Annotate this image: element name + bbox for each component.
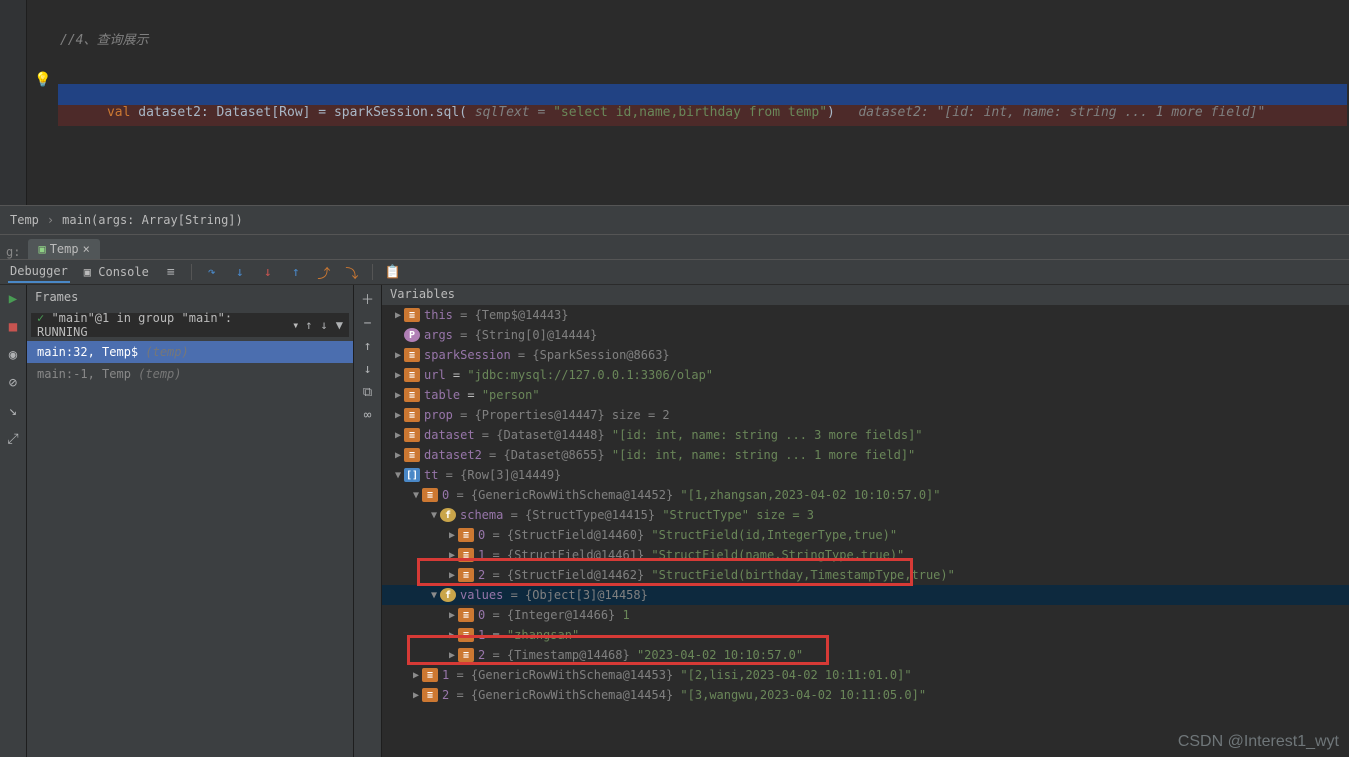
threads-icon[interactable]: ≡ [163,264,179,280]
tree-row-args[interactable]: Pargs = {String[0]@14444} [382,325,1349,345]
close-icon[interactable]: × [83,242,90,256]
view-breakpoints-icon[interactable]: ◉ [9,347,17,363]
tab-console[interactable]: ▣ Console [82,262,151,282]
code-lines: //4、查询展示 val dataset2: Dataset[Row] = sp… [58,0,1349,205]
tool-tab-label: Temp [50,242,79,256]
debug-toolbar: Debugger ▣ Console ≡ ↷ ↓ ↓ ↑ ⤴ ⤵ 📋 [0,259,1349,285]
watermark: CSDN @Interest1_wyt [1178,733,1339,751]
drop-frame-icon[interactable]: ⤴ [316,264,332,280]
breadcrumb-item[interactable]: Temp [10,213,39,227]
tree-row-tt-0[interactable]: ▼≡0 = {GenericRowWithSchema@14452} "[1,z… [382,485,1349,505]
tree-row-tt[interactable]: ▼[]tt = {Row[3]@14449} [382,465,1349,485]
breadcrumb[interactable]: Temp › main(args: Array[String]) [0,205,1349,234]
debug-side-strip: ▶ ■ ◉ ⊘ ↘ ⤢ [0,285,27,757]
add-watch-icon[interactable]: ＋ [361,289,374,308]
up-icon[interactable]: ↑ [364,339,372,354]
tree-row-schema-0[interactable]: ▶≡0 = {StructField@14460} "StructField(i… [382,525,1349,545]
tree-row-dataset2[interactable]: ▶≡dataset2 = {Dataset@8655} "[id: int, n… [382,445,1349,465]
filter-icon[interactable]: ▼ [336,318,343,332]
tree-row-this[interactable]: ▶≡this = {Temp$@14443} [382,305,1349,325]
breadcrumb-item[interactable]: main(args: Array[String]) [62,213,243,227]
remove-watch-icon[interactable]: − [364,316,372,331]
variables-tree[interactable]: Variables ▶≡this = {Temp$@14443} Pargs =… [382,285,1349,757]
tree-row-tt-2[interactable]: ▶≡2 = {GenericRowWithSchema@14454} "[3,w… [382,685,1349,705]
debug-body: ▶ ■ ◉ ⊘ ↘ ⤢ Frames ✓ "main"@1 in group "… [0,285,1349,757]
pin-tab-icon[interactable]: ⤢ [7,431,18,447]
tree-row-sparksession[interactable]: ▶≡sparkSession = {SparkSession@8663} [382,345,1349,365]
step-over-icon[interactable]: ↷ [204,264,220,280]
evaluate-icon[interactable]: 📋 [385,264,401,280]
frames-thread-label: "main"@1 in group "main": RUNNING [37,311,232,339]
next-frame-icon[interactable]: ↓ [321,318,328,332]
tree-row-values[interactable]: ▼fvalues = {Object[3]@14458} [382,585,1349,605]
tree-row-values-1[interactable]: ▶≡1 = "zhangsan" [382,625,1349,645]
separator [372,264,373,280]
tool-window-tabs: g: ▣ Temp × [0,234,1349,259]
intention-bulb-icon[interactable]: 💡 [34,72,51,88]
tree-row-schema[interactable]: ▼fschema = {StructType@14415} "StructTyp… [382,505,1349,525]
down-icon[interactable]: ↓ [364,362,372,377]
tree-row-dataset[interactable]: ▶≡dataset = {Dataset@14448} "[id: int, n… [382,425,1349,445]
frames-header: Frames [27,285,353,309]
variables-panel: ＋ − ↑ ↓ ⧉ ∞ Variables ▶≡this = {Temp$@14… [354,285,1349,757]
stop-icon[interactable]: ■ [9,319,17,335]
toolwin-label: g: [6,245,20,259]
run-config-icon: ▣ [38,242,45,256]
frame-item[interactable]: main:-1, Temp (temp) [27,363,353,385]
mute-breakpoints-icon[interactable]: ⊘ [9,375,17,391]
copy-icon[interactable]: ⧉ [363,385,372,400]
editor-gutter [0,0,27,205]
frames-panel: Frames ✓ "main"@1 in group "main": RUNNI… [27,285,354,757]
settings-icon[interactable]: ↘ [9,403,17,419]
tree-row-prop[interactable]: ▶≡prop = {Properties@14447} size = 2 [382,405,1349,425]
tab-debugger[interactable]: Debugger [8,261,70,283]
tree-row-url[interactable]: ▶≡url = "jdbc:mysql://127.0.0.1:3306/ola… [382,365,1349,385]
variables-side-strip: ＋ − ↑ ↓ ⧉ ∞ [354,285,382,757]
step-out-icon[interactable]: ↑ [288,264,304,280]
resume-icon[interactable]: ▶ [9,291,17,307]
code-comment: //4、查询展示 [60,33,148,48]
run-to-cursor-icon[interactable]: ⤵ [344,264,360,280]
tool-tab-temp[interactable]: ▣ Temp × [28,239,99,259]
prev-frame-icon[interactable]: ↑ [305,318,312,332]
tree-row-table[interactable]: ▶≡table = "person" [382,385,1349,405]
tree-row-values-0[interactable]: ▶≡0 = {Integer@14466} 1 [382,605,1349,625]
tree-row-values-2[interactable]: ▶≡2 = {Timestamp@14468} "2023-04-02 10:1… [382,645,1349,665]
frames-thread-dropdown[interactable]: ✓ "main"@1 in group "main": RUNNING ▾ ↑ … [31,313,349,337]
separator [191,264,192,280]
chevron-right-icon: › [47,213,54,227]
force-step-into-icon[interactable]: ↓ [260,264,276,280]
chevron-down-icon: ▾ [292,318,299,332]
check-icon: ✓ [37,311,51,325]
variables-header: Variables [382,285,1349,305]
step-into-icon[interactable]: ↓ [232,264,248,280]
code-editor[interactable]: 💡 //4、查询展示 val dataset2: Dataset[Row] = … [0,0,1349,205]
tree-row-schema-2[interactable]: ▶≡2 = {StructField@14462} "StructField(b… [382,565,1349,585]
tree-row-schema-1[interactable]: ▶≡1 = {StructField@14461} "StructField(n… [382,545,1349,565]
frame-item[interactable]: main:32, Temp$ (temp) [27,341,353,363]
infinite-icon[interactable]: ∞ [364,408,372,423]
tree-row-tt-1[interactable]: ▶≡1 = {GenericRowWithSchema@14453} "[2,l… [382,665,1349,685]
